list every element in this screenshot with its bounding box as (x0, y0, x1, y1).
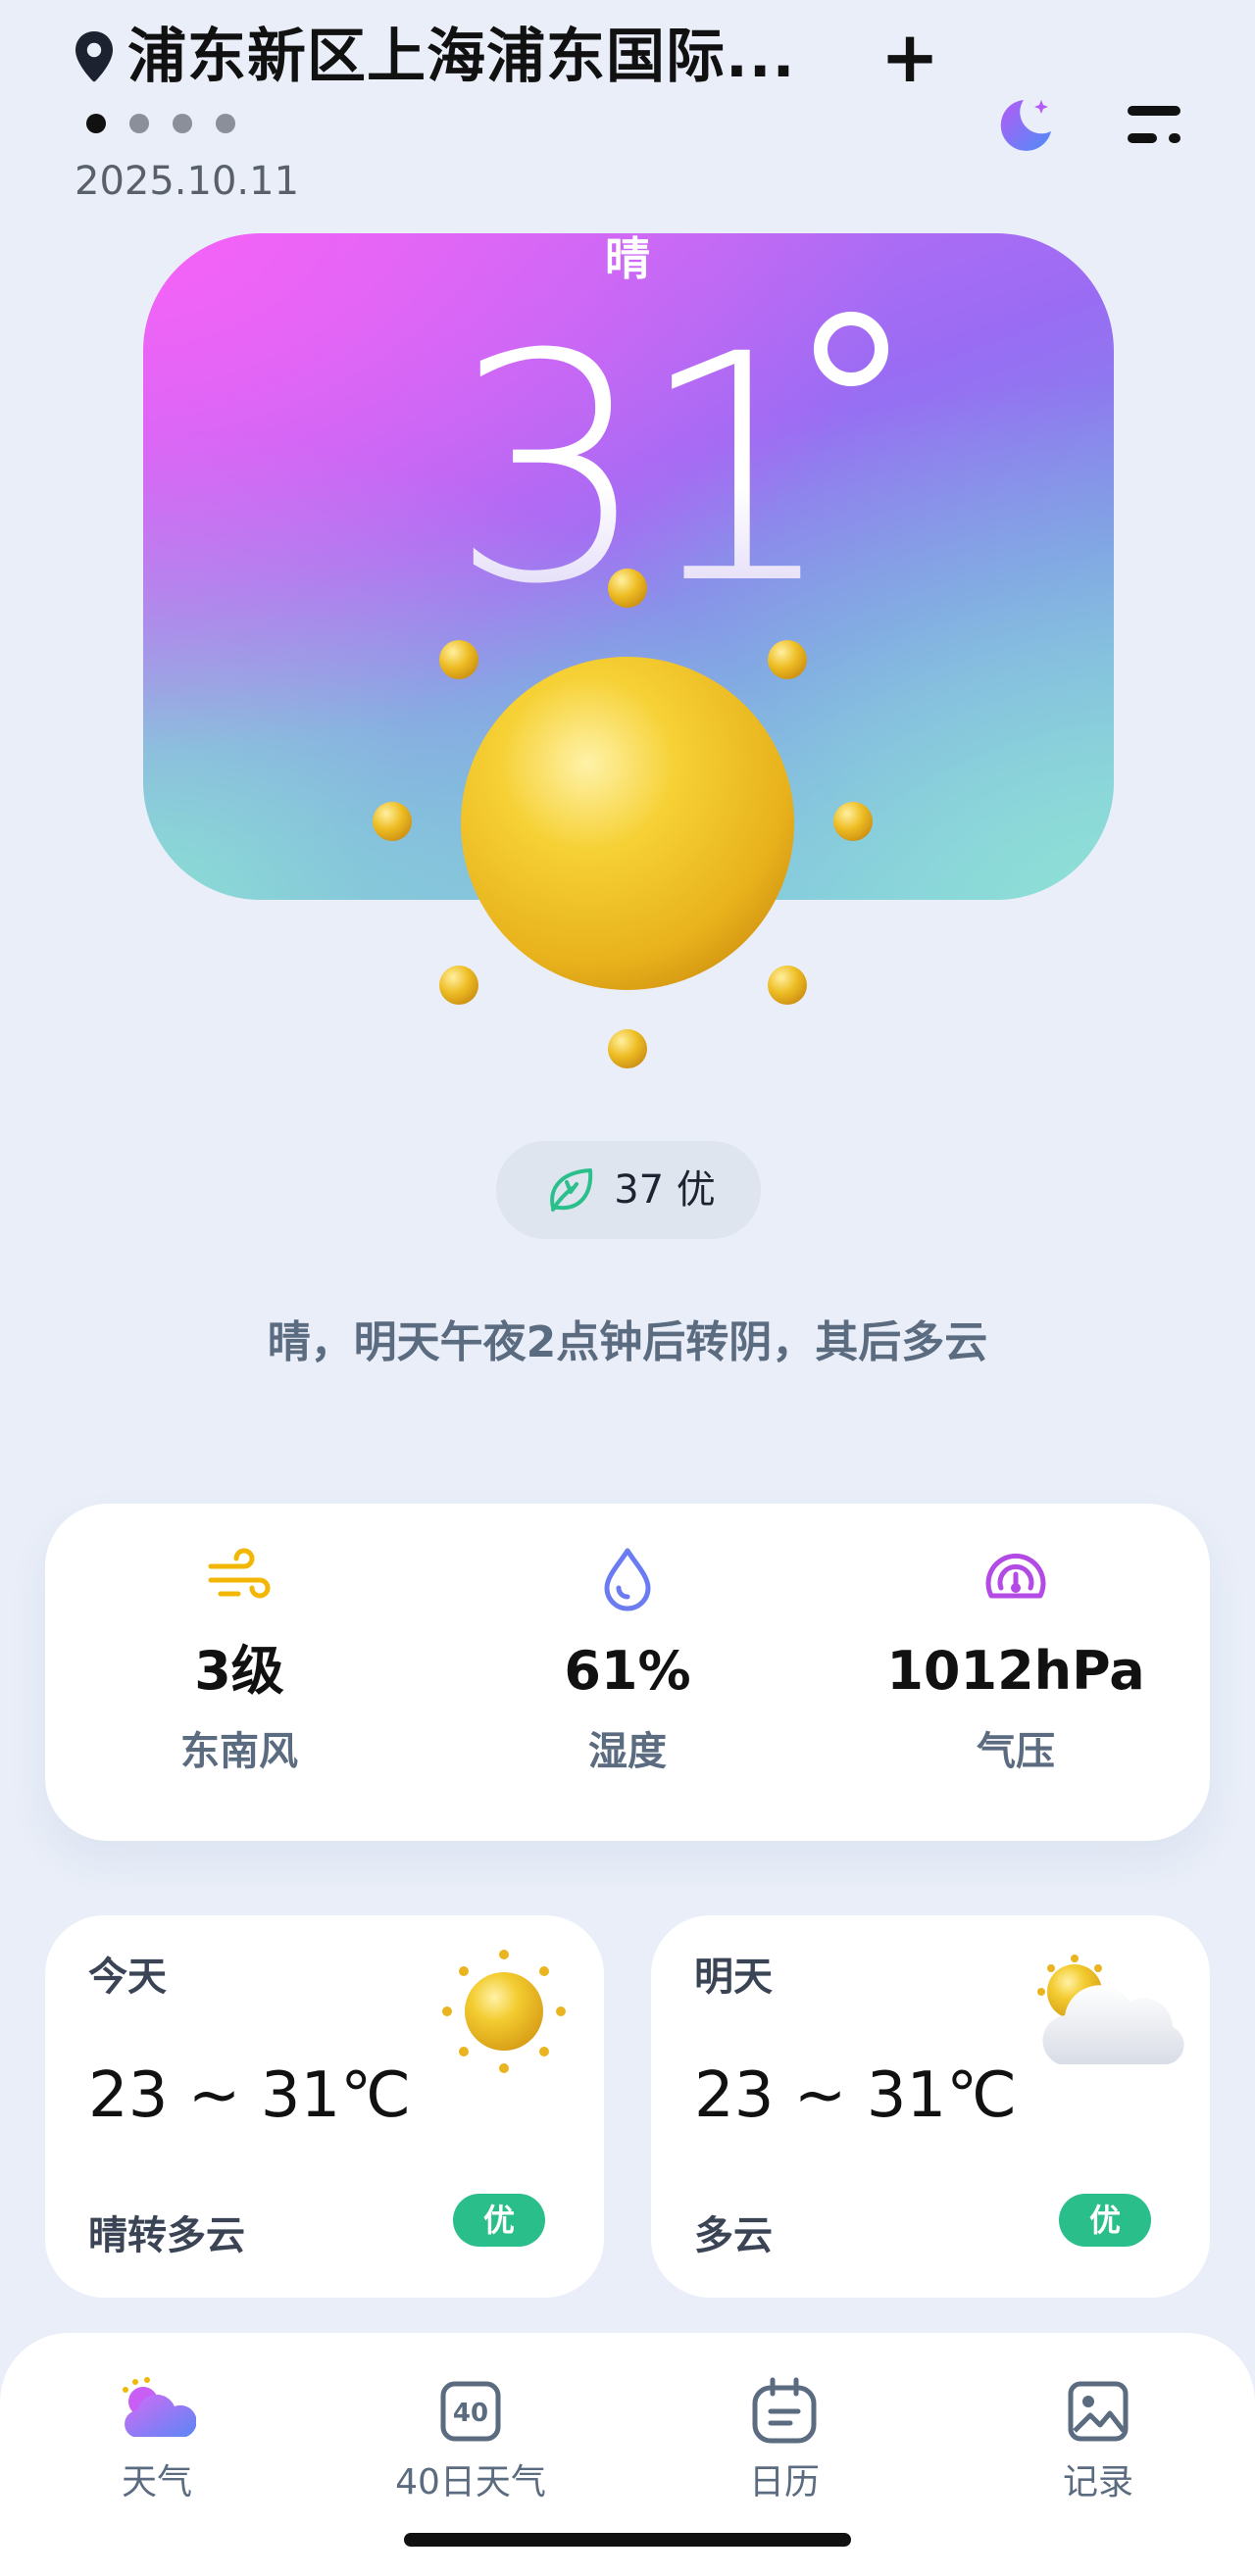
nav-item-calendar[interactable]: 日历 (628, 2356, 941, 2503)
nav-label: 日历 (748, 2462, 820, 2502)
forecast-card-today[interactable]: 今天 23 ~ 31℃ 晴转多云 优 (45, 1915, 604, 2298)
gallery-icon (1068, 2381, 1129, 2442)
location-pin-icon[interactable] (71, 29, 118, 84)
current-condition: 晴 (605, 232, 650, 285)
moon-icon[interactable] (994, 94, 1057, 157)
weather-icon (123, 2377, 196, 2437)
weather-summary: 晴，明天午夜2点钟后转阴，其后多云 (267, 1317, 988, 1367)
menu-icon[interactable] (1126, 102, 1182, 147)
page-dot (173, 114, 192, 133)
sun-icon (442, 1950, 566, 2073)
pressure-label: 气压 (977, 1729, 1055, 1774)
air-quality-pill[interactable]: 37 优 (496, 1141, 761, 1239)
stat-humidity: 61% 湿度 (433, 1504, 822, 1841)
nav-item-forty-day[interactable]: 40 40日天气 (314, 2356, 628, 2503)
forty-day-icon: 40 (440, 2381, 501, 2442)
location-title[interactable]: 浦东新区上海浦东国际... (127, 18, 795, 96)
degree-symbol (814, 312, 888, 386)
weather-stats-card: 3级 东南风 61% 湿度 1012hPa 气压 (45, 1504, 1210, 1841)
nav-item-records[interactable]: 记录 (941, 2356, 1255, 2503)
wind-level-value: 3级 (194, 1640, 284, 1702)
nav-label: 40日天气 (395, 2462, 546, 2502)
air-quality-text: 37 优 (614, 1167, 716, 1213)
wind-direction-label: 东南风 (180, 1729, 298, 1774)
forecast-day-label: 明天 (694, 1955, 773, 2000)
humidity-value: 61% (564, 1640, 691, 1702)
stat-wind: 3级 东南风 (45, 1504, 433, 1841)
svg-text:40: 40 (453, 2399, 488, 2428)
page-dot-active (86, 114, 106, 133)
partly-cloudy-icon (1037, 1955, 1184, 2064)
home-indicator (404, 2533, 851, 2547)
page-indicator (86, 114, 235, 133)
forecast-temp-range: 23 ~ 31℃ (88, 2059, 412, 2132)
page-dot (216, 114, 235, 133)
calendar-icon (752, 2377, 817, 2444)
forecast-condition: 多云 (694, 2213, 773, 2258)
air-quality-badge: 优 (1059, 2194, 1151, 2247)
leaf-icon (550, 1168, 593, 1212)
forecast-temp-range: 23 ~ 31℃ (694, 2059, 1018, 2132)
forecast-condition: 晴转多云 (88, 2213, 245, 2258)
forecast-day-label: 今天 (88, 1955, 167, 2000)
air-quality-badge: 优 (453, 2194, 545, 2247)
nav-item-weather[interactable]: 天气 (0, 2356, 314, 2503)
page-dot (129, 114, 149, 133)
add-location-button[interactable]: + (878, 22, 941, 92)
forecast-card-tomorrow[interactable]: 明天 23 ~ 31℃ 多云 优 (651, 1915, 1210, 2298)
stat-pressure: 1012hPa 气压 (822, 1504, 1210, 1841)
wind-icon (208, 1548, 271, 1599)
nav-label: 记录 (1062, 2462, 1133, 2502)
nav-label: 天气 (121, 2462, 192, 2502)
pressure-gauge-icon (985, 1553, 1046, 1599)
date-label: 2025.10.11 (75, 159, 300, 204)
humidity-label: 湿度 (588, 1729, 667, 1774)
humidity-drop-icon (604, 1548, 651, 1611)
sun-icon (373, 569, 873, 1068)
pressure-value: 1012hPa (886, 1640, 1145, 1702)
